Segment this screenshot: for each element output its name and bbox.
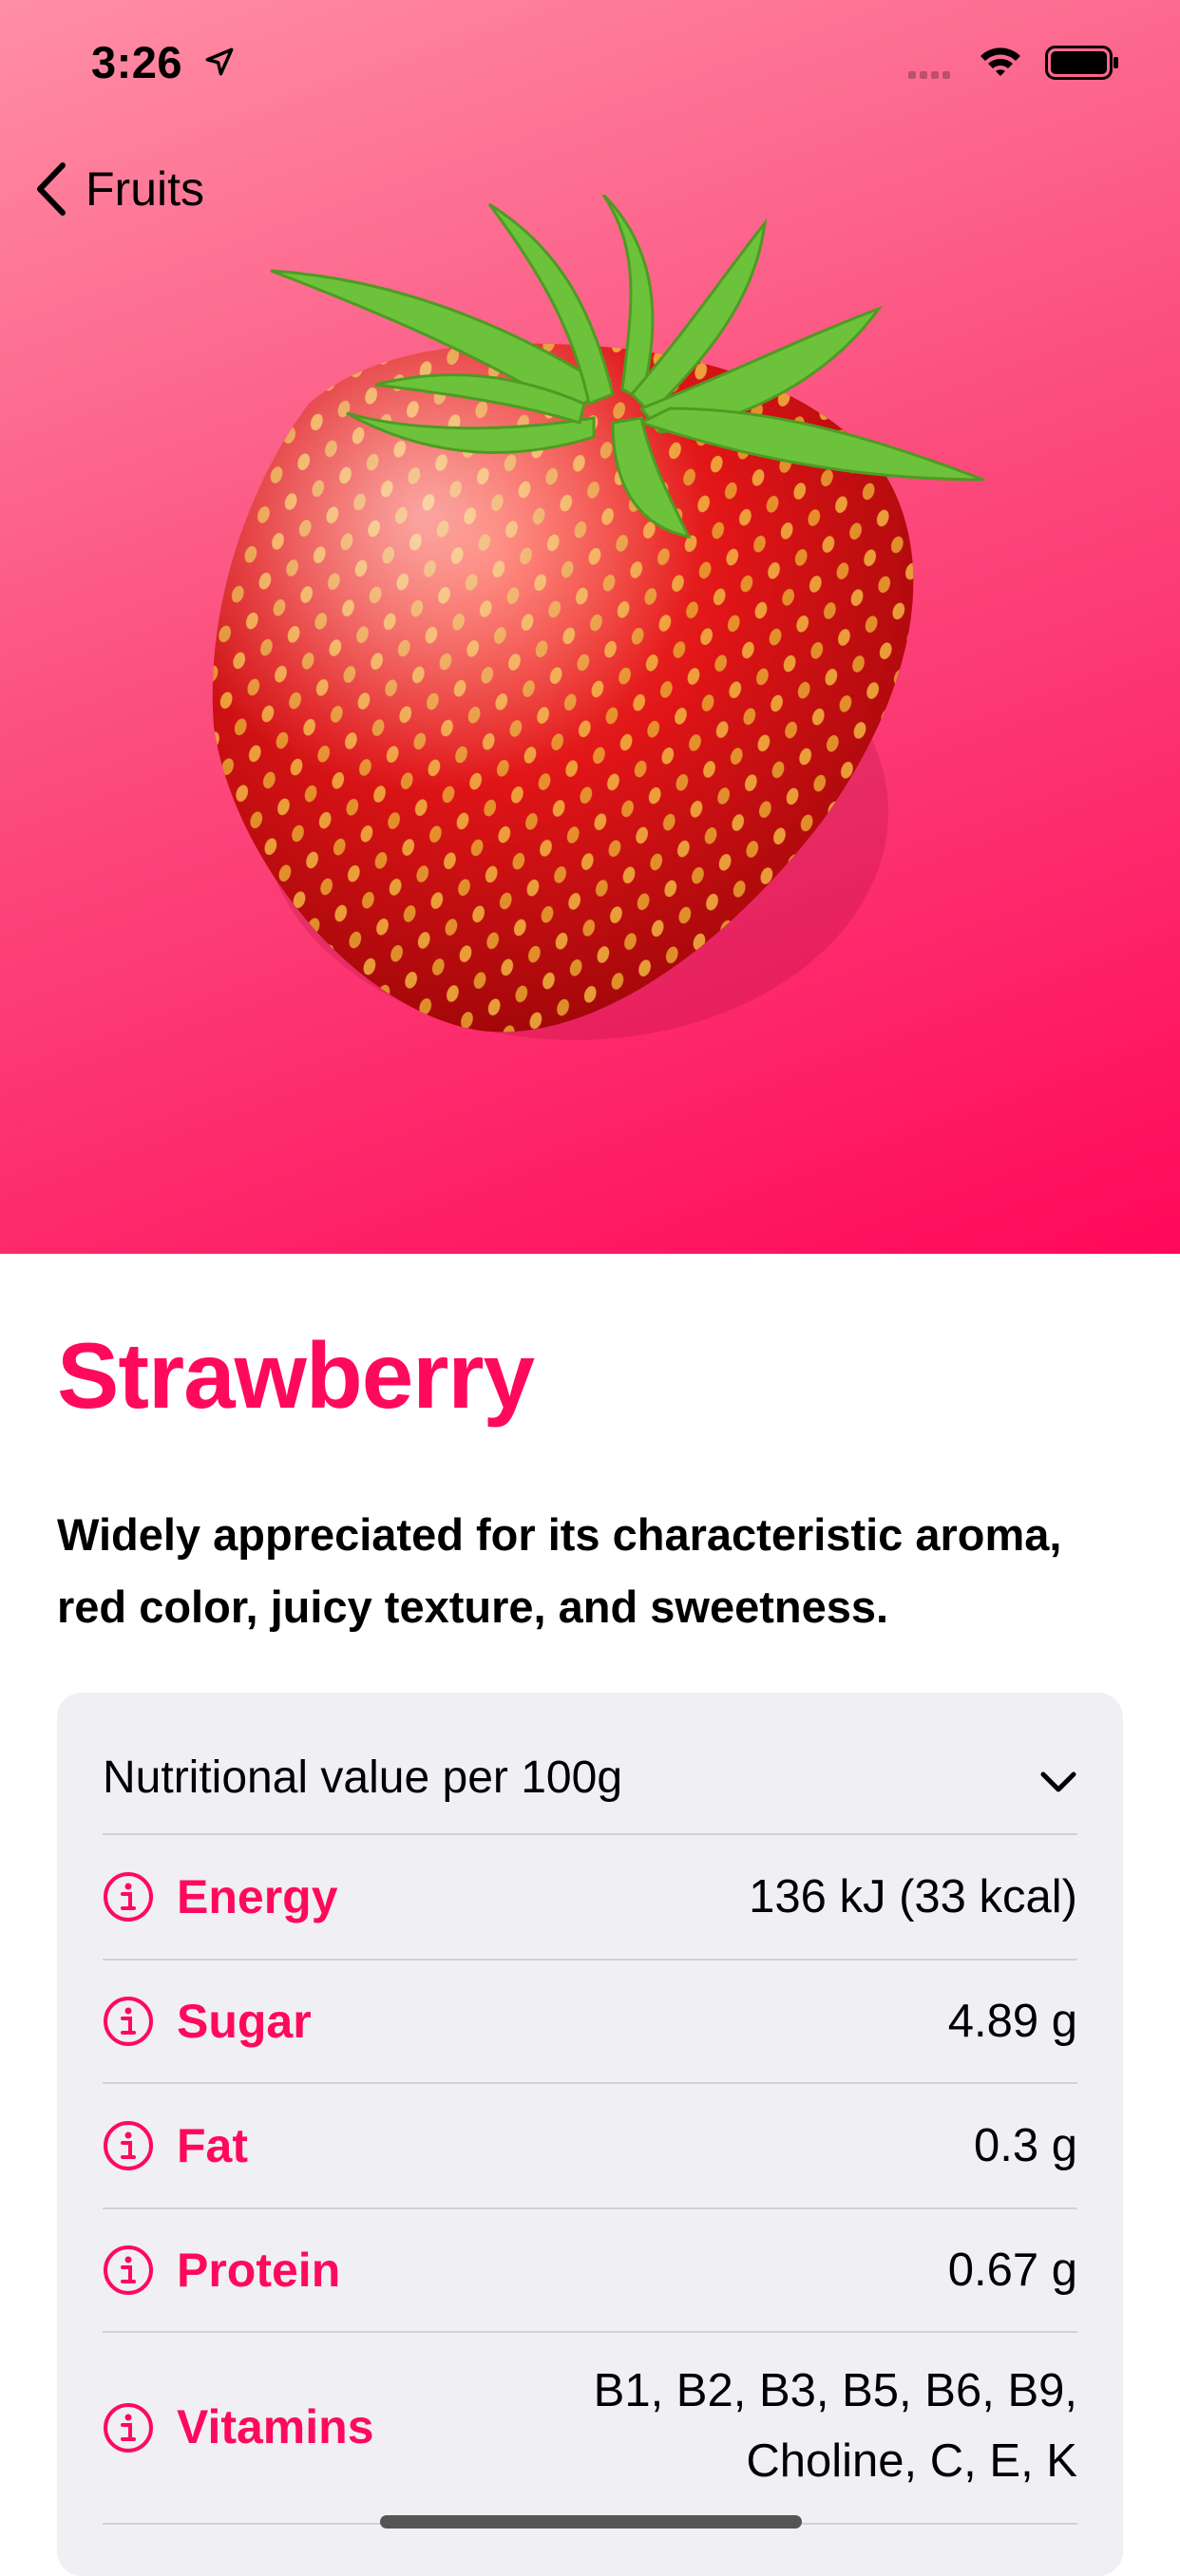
nutrient-value: 136 kJ (33 kcal) — [749, 1871, 1077, 1923]
nutrition-header: Nutritional value per 100g — [103, 1752, 623, 1803]
nutrition-row-fat: Fat 0.3 g — [103, 2084, 1077, 2209]
nutrient-value: B1, B2, B3, B5, B6, B9, Choline, C, E, K — [594, 2356, 1077, 2496]
fruit-title: Strawberry — [57, 1323, 535, 1428]
nutrient-value: 0.67 g — [947, 2245, 1077, 2296]
back-button-label: Fruits — [86, 162, 204, 216]
nutrient-value: 4.89 g — [947, 1996, 1077, 2047]
nutrition-row-vitamins: Vitamins B1, B2, B3, B5, B6, B9, Choline… — [103, 2333, 1077, 2525]
nutrition-row-protein: Protein 0.67 g — [103, 2209, 1077, 2333]
home-indicator[interactable] — [380, 2515, 802, 2529]
status-bar: 3:26 — [0, 0, 1180, 123]
info-circle-icon — [104, 1997, 153, 2046]
battery-icon — [1045, 46, 1118, 80]
nutrition-row-energy: Energy 136 kJ (33 kcal) — [103, 1835, 1077, 1960]
back-button[interactable]: Fruits — [32, 154, 204, 224]
chevron-down-icon — [1040, 1771, 1076, 1792]
info-circle-icon — [104, 1872, 153, 1922]
nutrition-disclosure-group: Nutritional value per 100g Energy 136 kJ… — [57, 1693, 1123, 2576]
nutrient-label: Sugar — [177, 1995, 312, 2048]
hero-header: 3:26 Fruits — [0, 0, 1180, 1254]
info-circle-icon — [104, 2245, 153, 2295]
nutrient-label: Protein — [177, 2244, 341, 2297]
nutrient-value-line: Choline, C, E, K — [746, 2435, 1077, 2487]
nutrient-label: Energy — [177, 1870, 338, 1923]
nutrient-value: 0.3 g — [974, 2120, 1077, 2171]
info-circle-icon — [104, 2121, 153, 2170]
nutrition-row-sugar: Sugar 4.89 g — [103, 1960, 1077, 2084]
chevron-left-icon — [37, 162, 66, 216]
wifi-icon — [980, 47, 1020, 76]
info-circle-icon — [104, 2403, 153, 2453]
signal-icon — [908, 66, 954, 84]
fruit-headline: Widely appreciated for its characteristi… — [57, 1509, 1062, 1632]
nutrient-label: Fat — [177, 2119, 248, 2172]
status-time: 3:26 — [91, 37, 183, 87]
strawberry-image — [212, 195, 984, 1040]
nutrient-value-line: B1, B2, B3, B5, B6, B9, — [593, 2365, 1077, 2416]
nutrient-label: Vitamins — [177, 2400, 374, 2453]
location-arrow-icon — [205, 47, 234, 76]
nutrition-disclosure-toggle[interactable]: Nutritional value per 100g — [103, 1693, 1077, 1835]
